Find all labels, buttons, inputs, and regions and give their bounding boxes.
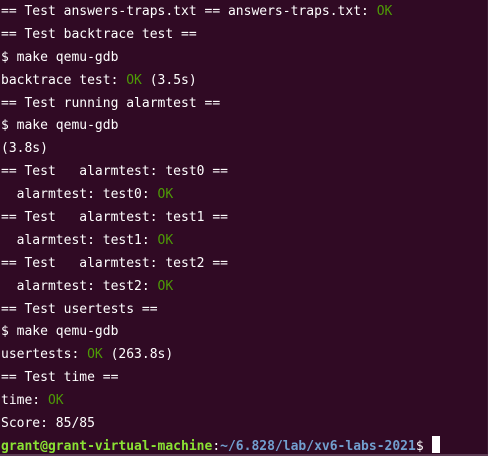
output-line-1: == Test answers-traps.txt == answers-tra… xyxy=(1,1,488,24)
output-line-14: == Test usertests == xyxy=(1,299,488,322)
line-text: $ make qemu-gdb xyxy=(1,49,119,65)
text-cursor xyxy=(432,435,441,453)
line-text: alarmtest: test0: xyxy=(1,187,158,203)
output-line-12: == Test alarmtest: test2 == xyxy=(1,253,488,276)
output-line-5: == Test running alarmtest == xyxy=(1,93,488,116)
output-line-3: $ make qemu-gdb xyxy=(1,47,488,70)
ok-status: OK xyxy=(87,347,103,363)
line-text: == Test backtrace test == xyxy=(1,26,197,42)
line-text: == Test alarmtest: test2 == xyxy=(1,255,228,271)
ok-status: OK xyxy=(157,278,174,294)
prompt-user-host: grant@grant-virtual-machine xyxy=(1,438,213,454)
output-line-9: alarmtest: test0: OK xyxy=(1,184,488,207)
line-text: usertests: xyxy=(1,347,88,363)
ok-status: OK xyxy=(157,232,174,248)
shell-prompt[interactable]: grant@grant-virtual-machine:~/6.828/lab/… xyxy=(1,435,488,456)
output-line-17: == Test time == xyxy=(1,367,488,390)
ok-status: OK xyxy=(157,187,174,203)
line-suffix: (263.8s) xyxy=(102,347,174,363)
ok-status: OK xyxy=(47,393,64,409)
prompt-symbol: $ xyxy=(415,438,432,454)
output-line-18: time: OK xyxy=(1,390,488,413)
output-line-13: alarmtest: test2: OK xyxy=(1,276,488,299)
prompt-separator: : xyxy=(212,438,221,454)
line-text: backtrace test: xyxy=(1,72,127,88)
output-line-8: == Test alarmtest: test0 == xyxy=(1,161,488,184)
line-suffix: (3.5s) xyxy=(141,72,197,88)
line-text: == Test usertests == xyxy=(1,301,158,317)
line-text: == Test answers-traps.txt == answers-tra… xyxy=(1,4,377,19)
output-line-15: $ make qemu-gdb xyxy=(1,321,488,344)
output-line-2: == Test backtrace test == xyxy=(1,24,488,47)
ok-status: OK xyxy=(126,72,142,88)
line-text: time: xyxy=(1,393,48,409)
output-line-11: alarmtest: test1: OK xyxy=(1,230,488,253)
line-text: == Test alarmtest: test0 == xyxy=(1,164,228,180)
line-text: == Test time == xyxy=(1,370,119,386)
output-line-7: (3.8s) xyxy=(1,138,488,161)
line-text: Score: 85/85 xyxy=(1,416,95,432)
line-text: $ make qemu-gdb xyxy=(1,118,119,134)
line-text: $ make qemu-gdb xyxy=(1,324,119,340)
line-text: alarmtest: test2: xyxy=(1,278,158,294)
output-line-4: backtrace test: OK (3.5s) xyxy=(1,70,488,93)
line-text: alarmtest: test1: xyxy=(1,232,158,248)
output-line-19: Score: 85/85 xyxy=(1,413,488,436)
line-text: == Test alarmtest: test1 == xyxy=(1,210,228,226)
line-text: (3.8s) xyxy=(1,141,48,157)
line-text: == Test running alarmtest == xyxy=(1,95,221,111)
output-line-6: $ make qemu-gdb xyxy=(1,115,488,138)
ok-status: OK xyxy=(376,4,393,19)
output-line-16: usertests: OK (263.8s) xyxy=(1,344,488,367)
terminal-window[interactable]: == Test answers-traps.txt == answers-tra… xyxy=(0,0,488,456)
prompt-path: ~/6.828/lab/xv6-labs-2021 xyxy=(220,438,416,454)
output-line-10: == Test alarmtest: test1 == xyxy=(1,207,488,230)
